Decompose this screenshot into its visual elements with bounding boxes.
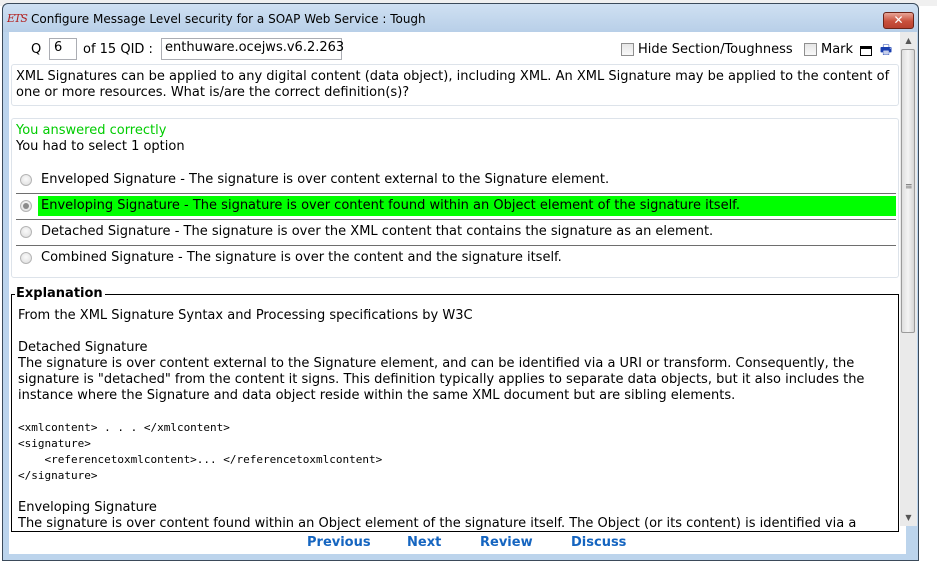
answers-panel: You answered correctly You had to select…	[11, 118, 899, 278]
discuss-button[interactable]: Discuss	[571, 535, 626, 550]
option-radio[interactable]	[20, 226, 32, 238]
explanation-panel: From the XML Signature Syntax and Proces…	[11, 294, 899, 532]
ets-app-icon: ETS	[7, 12, 28, 25]
option-radio-selected[interactable]	[20, 200, 32, 212]
option-radio[interactable]	[20, 252, 32, 264]
detached-signature-heading: Detached Signature	[18, 340, 148, 355]
answer-option[interactable]: Detached Signature - The signature is ov…	[16, 219, 896, 246]
question-window: ETS Configure Message Level security for…	[2, 3, 919, 561]
qid-field[interactable]: enthuware.ocejws.v6.2.263	[161, 38, 344, 60]
hide-section-checkbox[interactable]	[621, 43, 634, 56]
selection-instruction: You had to select 1 option	[16, 139, 185, 154]
window-layout-icon[interactable]	[860, 46, 872, 56]
question-toolbar: Q 6 of 15 QID : enthuware.ocejws.v6.2.26…	[9, 32, 899, 62]
print-icon[interactable]: 🖶	[879, 44, 893, 58]
window-title: Configure Message Level security for a S…	[31, 12, 426, 26]
answer-option-correct[interactable]: Enveloping Signature - The signature is …	[16, 193, 896, 220]
explanation-heading: Explanation	[15, 286, 105, 301]
option-text: Combined Signature - The signature is ov…	[41, 250, 562, 265]
scroll-up-arrow-icon: ▲	[905, 36, 912, 45]
close-icon: ✕	[893, 13, 904, 27]
next-button[interactable]: Next	[407, 535, 441, 550]
title-bar[interactable]: ETS Configure Message Level security for…	[3, 4, 918, 32]
close-button[interactable]: ✕	[883, 12, 914, 29]
question-count-label: of 15 QID :	[83, 42, 153, 57]
grip-icon: ≡	[905, 182, 913, 192]
explanation-intro: From the XML Signature Syntax and Proces…	[18, 308, 473, 323]
vertical-scrollbar[interactable]: ▲ ≡ ▼	[900, 32, 917, 526]
window-client-area: Q 6 of 15 QID : enthuware.ocejws.v6.2.26…	[9, 32, 906, 554]
scroll-down-arrow-icon: ▼	[905, 513, 912, 522]
explanation-body: From the XML Signature Syntax and Proces…	[18, 308, 888, 531]
option-radio[interactable]	[20, 174, 32, 186]
answer-result-status: You answered correctly	[16, 123, 167, 138]
answer-option[interactable]: Enveloped Signature - The signature is o…	[16, 167, 896, 194]
question-text-box: XML Signatures can be applied to any dig…	[11, 64, 899, 106]
enveloping-signature-heading: Enveloping Signature	[18, 500, 157, 515]
option-text: Enveloped Signature - The signature is o…	[41, 172, 610, 187]
option-text: Detached Signature - The signature is ov…	[41, 224, 714, 239]
scroll-up-button[interactable]: ▲	[900, 32, 917, 49]
mark-label[interactable]: Mark	[821, 42, 853, 57]
question-text: XML Signatures can be applied to any dig…	[16, 69, 890, 100]
question-number-input[interactable]: 6	[49, 38, 77, 60]
previous-button[interactable]: Previous	[307, 535, 371, 550]
navigation-bar: Previous Next Review Discuss	[9, 532, 899, 554]
code-line: <signature>	[18, 437, 91, 450]
option-text-correct: Enveloping Signature - The signature is …	[38, 196, 896, 216]
enveloping-signature-text: The signature is over content found with…	[18, 516, 857, 531]
review-button[interactable]: Review	[480, 535, 533, 550]
answer-option[interactable]: Combined Signature - The signature is ov…	[16, 245, 896, 271]
scrollbar-thumb[interactable]: ≡	[901, 49, 915, 333]
scroll-down-button[interactable]: ▼	[900, 509, 917, 526]
detached-signature-text: The signature is over content external t…	[18, 356, 865, 403]
code-line: <referencetoxmlcontent>... </referenceto…	[18, 453, 383, 466]
mark-checkbox[interactable]	[804, 43, 817, 56]
hide-section-label[interactable]: Hide Section/Toughness	[638, 42, 793, 57]
code-line: </signature>	[18, 469, 98, 482]
code-line: <xmlcontent> . . . </xmlcontent>	[18, 421, 230, 434]
question-label: Q	[31, 42, 42, 57]
